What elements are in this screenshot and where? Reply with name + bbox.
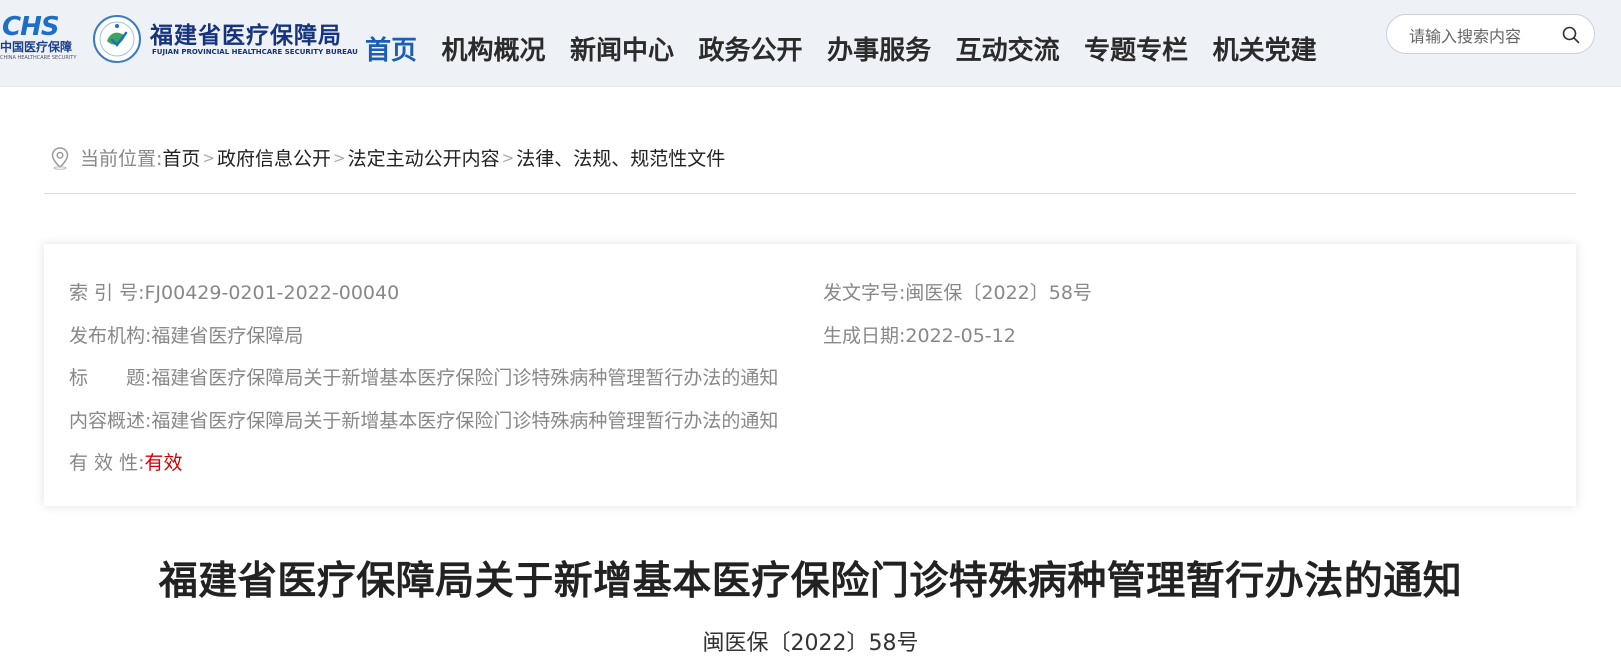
- bureau-name-en: FUJIAN PROVINCIAL HEALTHCARE SECURITY BU…: [152, 48, 358, 56]
- nav-item-interaction[interactable]: 互动交流: [956, 30, 1060, 67]
- search-box: [1386, 14, 1595, 54]
- publisher-value: 福建省医疗保障局: [151, 325, 304, 347]
- divider: [44, 193, 1576, 194]
- document-title: 福建省医疗保障局关于新增基本医疗保险门诊特殊病种管理暂行办法的通知: [158, 559, 1463, 604]
- breadcrumb-item-laws[interactable]: 法律、法规、规范性文件: [516, 144, 725, 171]
- breadcrumb-item-home[interactable]: 首页: [162, 144, 200, 171]
- nav-item-topics[interactable]: 专题专栏: [1084, 30, 1188, 67]
- info-row-title: 标 题:福建省医疗保障局关于新增基本医疗保险门诊特殊病种管理暂行办法的通知: [69, 363, 778, 390]
- info-row-index: 索 引 号:FJ00429-0201-2022-00040: [69, 278, 399, 305]
- docno-label: 发文字号:: [823, 282, 906, 304]
- info-row-docno: 发文字号:闽医保〔2022〕58号: [823, 278, 1092, 305]
- summary-value: 福建省医疗保障局关于新增基本医疗保险门诊特殊病种管理暂行办法的通知: [151, 410, 779, 432]
- breadcrumb-separator: >: [202, 148, 215, 167]
- validity-value: 有效: [144, 452, 183, 474]
- nav-item-party-building[interactable]: 机关党建: [1213, 30, 1317, 67]
- publisher-label: 发布机构:: [69, 325, 152, 347]
- breadcrumb-item-statutory[interactable]: 法定主动公开内容: [348, 144, 500, 171]
- breadcrumb-separator: >: [501, 148, 515, 167]
- site-header: CHS 中国医疗保障 CHINA HEALTHCARE SECURITY 福建省…: [0, 0, 1621, 87]
- index-label: 索 引 号:: [69, 282, 145, 304]
- document-number: 闽医保〔2022〕58号: [702, 631, 919, 656]
- document-info-card: 索 引 号:FJ00429-0201-2022-00040 发文字号:闽医保〔2…: [44, 244, 1576, 506]
- search-icon[interactable]: [1562, 26, 1580, 44]
- location-pin-icon: [51, 146, 69, 170]
- breadcrumb: 当前位置: 首页 > 政府信息公开 > 法定主动公开内容 > 法律、法规、规范性…: [50, 144, 725, 171]
- main-nav: 首页 机构概况 新闻中心 政务公开 办事服务 互动交流 专题专栏 机关党建: [365, 30, 1341, 67]
- nav-item-government-affairs[interactable]: 政务公开: [699, 30, 803, 67]
- info-row-publisher: 发布机构:福建省医疗保障局: [69, 321, 303, 348]
- info-row-date: 生成日期:2022-05-12: [823, 321, 1016, 348]
- nav-item-news[interactable]: 新闻中心: [570, 30, 674, 67]
- info-row-summary: 内容概述:福建省医疗保障局关于新增基本医疗保险门诊特殊病种管理暂行办法的通知: [69, 406, 778, 433]
- breadcrumb-separator: >: [333, 148, 346, 167]
- index-value: FJ00429-0201-2022-00040: [144, 282, 400, 304]
- nav-item-organization[interactable]: 机构概况: [442, 30, 546, 67]
- chs-logo-en: CHINA HEALTHCARE SECURITY: [0, 55, 77, 61]
- breadcrumb-item-gov-info[interactable]: 政府信息公开: [217, 144, 331, 171]
- validity-label: 有 效 性:: [69, 452, 145, 474]
- title-label: 标 题:: [69, 367, 152, 389]
- chs-logo[interactable]: CHS 中国医疗保障 CHINA HEALTHCARE SECURITY: [0, 12, 77, 64]
- bureau-name-cn[interactable]: 福建省医疗保障局: [150, 16, 342, 50]
- summary-label: 内容概述:: [69, 410, 152, 432]
- chs-logo-cn: 中国医疗保障: [0, 40, 73, 54]
- nav-item-services[interactable]: 办事服务: [827, 30, 931, 67]
- date-label: 生成日期:: [823, 325, 906, 347]
- search-input[interactable]: [1407, 23, 1561, 49]
- nav-item-home[interactable]: 首页: [365, 30, 417, 67]
- chs-logo-mark: CHS: [2, 12, 60, 42]
- date-value: 2022-05-12: [905, 325, 1016, 347]
- info-row-validity: 有 效 性:有效: [69, 448, 183, 475]
- bureau-emblem-icon[interactable]: [92, 14, 142, 64]
- title-value: 福建省医疗保障局关于新增基本医疗保险门诊特殊病种管理暂行办法的通知: [151, 367, 779, 389]
- breadcrumb-label: 当前位置:: [80, 148, 163, 170]
- docno-value: 闽医保〔2022〕58号: [905, 282, 1092, 304]
